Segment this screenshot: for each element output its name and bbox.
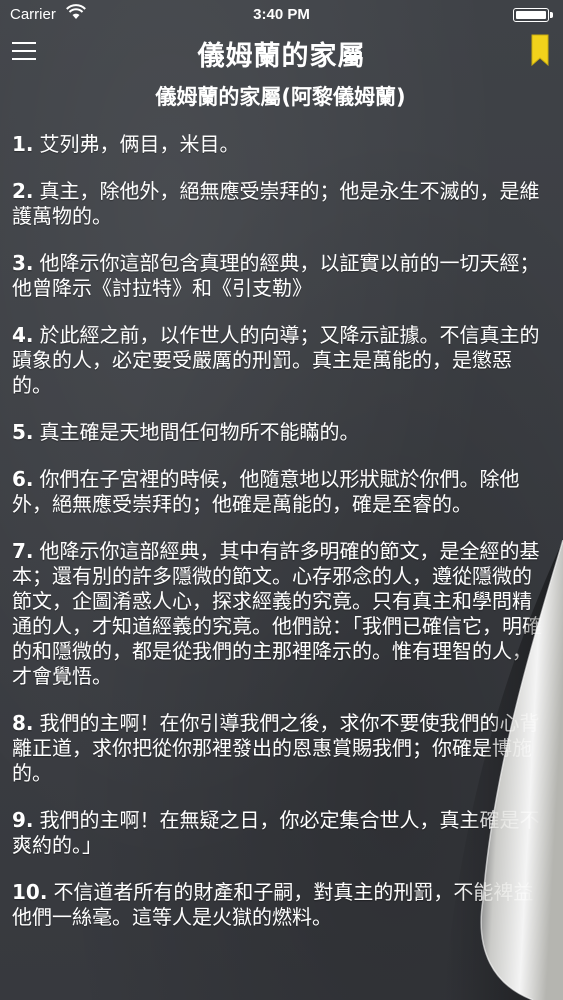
- verse-number: 9.: [12, 808, 34, 832]
- verse-number: 1.: [12, 132, 34, 156]
- verse-item: 2. 真主，除他外，絕無應受崇拜的；他是永生不滅的，是維護萬物的。: [12, 179, 549, 229]
- verse-item: 9. 我們的主啊！在無疑之日，你必定集合世人，真主確是不爽約的。」: [12, 808, 549, 858]
- bookmark-icon[interactable]: [531, 34, 549, 66]
- verse-text: 他降示你這部經典，其中有許多明確的節文，是全經的基本；還有別的許多隱微的節文。心…: [12, 539, 542, 688]
- verse-item: 8. 我們的主啊！在你引導我們之後，求你不要使我們的心背離正道，求你把從你那裡發出…: [12, 711, 549, 786]
- verse-number: 8.: [12, 711, 34, 735]
- verse-text: 真主確是天地間任何物所不能瞞的。: [39, 420, 360, 444]
- hamburger-menu-icon: [12, 42, 36, 44]
- verse-number: 6.: [12, 467, 34, 491]
- verse-text: 我們的主啊！在無疑之日，你必定集合世人，真主確是不爽約的。」: [12, 808, 540, 857]
- battery-icon: [513, 8, 553, 22]
- verse-item: 1. 艾列弗，俩目，米目。: [12, 132, 549, 157]
- verse-item: 4. 於此經之前，以作世人的向導；又降示証據。不信真主的蹟象的人，必定要受嚴厲的刑…: [12, 323, 549, 398]
- verse-item: 3. 他降示你這部包含真理的經典，以証實以前的一切天經；他曾降示《討拉特》和《引支…: [12, 251, 549, 301]
- verse-text: 我們的主啊！在你引導我們之後，求你不要使我們的心背離正道，求你把從你那裡發出的恩…: [12, 711, 540, 785]
- verse-text: 真主，除他外，絕無應受崇拜的；他是永生不滅的，是維護萬物的。: [12, 179, 540, 228]
- surah-heading: 儀姆蘭的家屬(阿黎儀姆蘭): [155, 85, 406, 109]
- verse-item: 7. 他降示你這部經典，其中有許多明確的節文，是全經的基本；還有別的許多隱微的節文…: [12, 539, 549, 689]
- verse-number: 5.: [12, 420, 34, 444]
- verse-number: 7.: [12, 539, 34, 563]
- verse-number: 2.: [12, 179, 34, 203]
- verse-text: 他降示你這部包含真理的經典，以証實以前的一切天經；他曾降示《討拉特》和《引支勒》: [12, 251, 540, 300]
- verse-number: 3.: [12, 251, 34, 275]
- verse-text: 不信道者所有的財產和子嗣，對真主的刑罰，不能裨益他們一絲毫。這等人是火獄的燃料。: [12, 880, 534, 929]
- verse-item: 6. 你們在子宮裡的時候，他隨意地以形狀賦於你們。除他外，絕無應受崇拜的；他確是萬…: [12, 467, 549, 517]
- status-bar: Carrier 3:40 PM: [0, 0, 563, 30]
- status-time: 3:40 PM: [253, 6, 310, 23]
- menu-button[interactable]: [12, 40, 38, 62]
- verse-list: 1. 艾列弗，俩目，米目。 2. 真主，除他外，絕無應受崇拜的；他是永生不滅的，是維護…: [12, 132, 549, 930]
- verse-text: 艾列弗，俩目，米目。: [39, 132, 240, 156]
- navigation-bar: 儀姆蘭的家屬: [0, 30, 563, 74]
- verse-text: 你們在子宮裡的時候，他隨意地以形狀賦於你們。除他外，絕無應受崇拜的；他確是萬能的…: [12, 467, 520, 516]
- verse-item: 10. 不信道者所有的財產和子嗣，對真主的刑罰，不能裨益他們一絲毫。這等人是火獄的…: [12, 880, 549, 930]
- verse-content[interactable]: 儀姆蘭的家屬(阿黎儀姆蘭) 1. 艾列弗，俩目，米目。 2. 真主，除他外，絕無應受崇…: [12, 82, 549, 1000]
- verse-text: 於此經之前，以作世人的向導；又降示証據。不信真主的蹟象的人，必定要受嚴厲的刑罰。…: [12, 323, 540, 397]
- verse-number: 10.: [12, 880, 48, 904]
- verse-item: 5. 真主確是天地間任何物所不能瞞的。: [12, 420, 549, 445]
- verse-number: 4.: [12, 323, 34, 347]
- page-title: 儀姆蘭的家屬: [197, 41, 366, 72]
